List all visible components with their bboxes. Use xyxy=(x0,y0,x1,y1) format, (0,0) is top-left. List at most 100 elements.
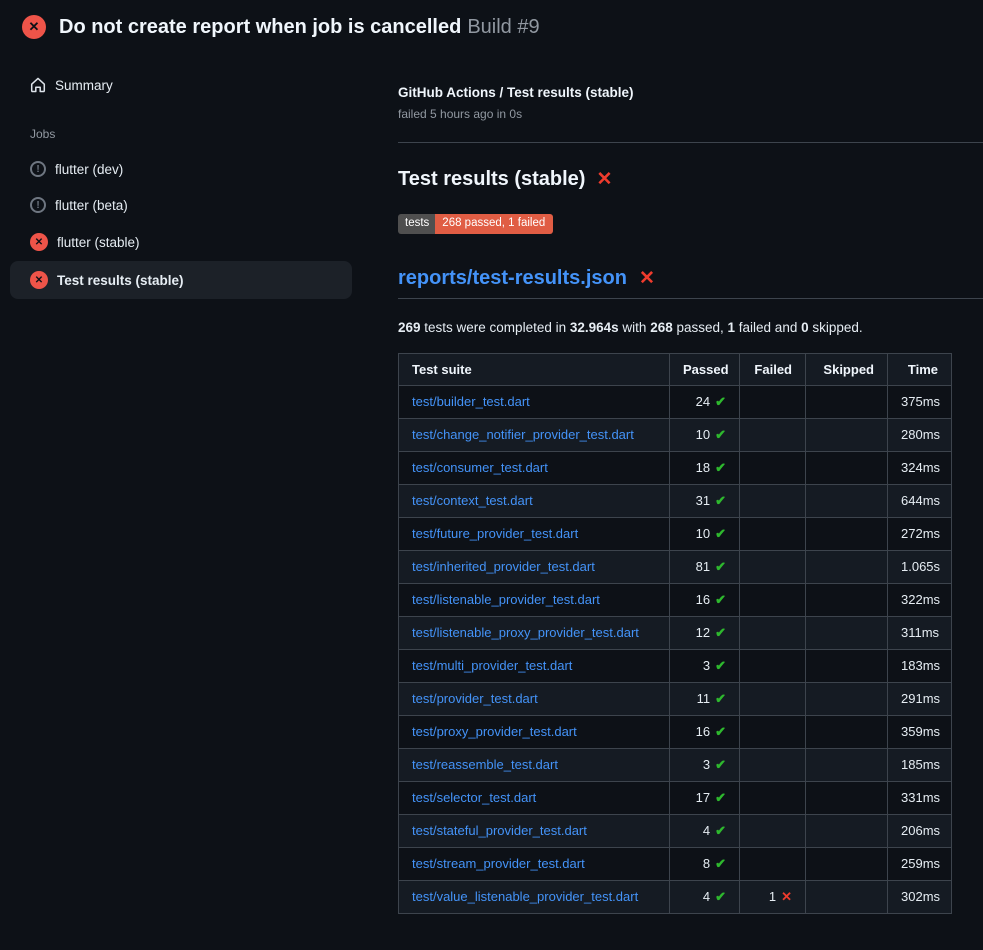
test-suite-link[interactable]: test/provider_test.dart xyxy=(412,691,538,706)
suite-cell: test/builder_test.dart xyxy=(399,385,670,418)
breadcrumb: GitHub Actions / Test results (stable) xyxy=(398,85,983,100)
failed-cell xyxy=(740,814,806,847)
failed-cell xyxy=(740,550,806,583)
suite-cell: test/proxy_provider_test.dart xyxy=(399,715,670,748)
sidebar-job-item[interactable]: ✕Test results (stable) xyxy=(10,261,352,299)
x-circle-fill-icon: ✕ xyxy=(30,271,48,289)
suite-cell: test/provider_test.dart xyxy=(399,682,670,715)
test-suite-link[interactable]: test/selector_test.dart xyxy=(412,790,536,805)
table-row: test/change_notifier_provider_test.dart1… xyxy=(399,418,952,451)
suite-cell: test/inherited_provider_test.dart xyxy=(399,550,670,583)
badge-value: 268 passed, 1 failed xyxy=(435,214,553,234)
skipped-cell xyxy=(806,550,888,583)
skipped-cell xyxy=(806,517,888,550)
page-title: Do not create report when job is cancell… xyxy=(59,16,540,39)
test-suite-link[interactable]: test/consumer_test.dart xyxy=(412,460,548,475)
table-row: test/proxy_provider_test.dart16✔359ms xyxy=(399,715,952,748)
failed-cell xyxy=(740,748,806,781)
time-cell: 206ms xyxy=(888,814,952,847)
table-body: test/builder_test.dart24✔375mstest/chang… xyxy=(399,385,952,913)
time-cell: 324ms xyxy=(888,451,952,484)
check-mark-icon: ✔ xyxy=(715,592,726,607)
suite-cell: test/consumer_test.dart xyxy=(399,451,670,484)
check-mark-icon: ✔ xyxy=(715,427,726,442)
time-cell: 1.065s xyxy=(888,550,952,583)
tests-status-badge: tests 268 passed, 1 failed xyxy=(398,214,553,234)
test-suite-link[interactable]: test/inherited_provider_test.dart xyxy=(412,559,595,574)
sidebar: Summary Jobs !flutter (dev)!flutter (bet… xyxy=(10,51,352,299)
time-cell: 291ms xyxy=(888,682,952,715)
suite-cell: test/stream_provider_test.dart xyxy=(399,847,670,880)
alert-circle-icon: ! xyxy=(30,161,46,177)
passed-cell: 16✔ xyxy=(670,583,740,616)
column-header: Passed xyxy=(670,353,740,385)
x-circle-fill-icon: ✕ xyxy=(22,15,46,39)
test-suite-link[interactable]: test/proxy_provider_test.dart xyxy=(412,724,577,739)
skipped-cell xyxy=(806,649,888,682)
table-row: test/builder_test.dart24✔375ms xyxy=(399,385,952,418)
test-suite-link[interactable]: test/stream_provider_test.dart xyxy=(412,856,585,871)
time-cell: 375ms xyxy=(888,385,952,418)
report-file-heading: reports/test-results.json ✕ xyxy=(398,267,983,299)
suite-cell: test/listenable_proxy_provider_test.dart xyxy=(399,616,670,649)
check-mark-icon: ✔ xyxy=(715,526,726,541)
time-cell: 272ms xyxy=(888,517,952,550)
test-suite-link[interactable]: test/change_notifier_provider_test.dart xyxy=(412,427,634,442)
sidebar-job-item[interactable]: !flutter (dev) xyxy=(10,151,352,187)
run-status-text: failed 5 hours ago in 0s xyxy=(398,107,983,121)
suite-cell: test/selector_test.dart xyxy=(399,781,670,814)
cross-mark-icon: ✕ xyxy=(781,889,792,904)
cross-mark-icon: ✕ xyxy=(639,269,655,288)
sidebar-item-summary[interactable]: Summary xyxy=(10,67,352,103)
suite-cell: test/multi_provider_test.dart xyxy=(399,649,670,682)
check-mark-icon: ✔ xyxy=(715,658,726,673)
run-title: Do not create report when job is cancell… xyxy=(59,16,461,38)
table-row: test/inherited_provider_test.dart 81✔ 1.06… xyxy=(399,550,952,583)
failed-cell xyxy=(740,715,806,748)
skipped-cell xyxy=(806,847,888,880)
build-number: Build #9 xyxy=(467,16,539,38)
test-suite-link[interactable]: test/stateful_provider_test.dart xyxy=(412,823,587,838)
suite-cell: test/context_test.dart xyxy=(399,484,670,517)
skipped-cell xyxy=(806,418,888,451)
passed-cell: 16✔ xyxy=(670,715,740,748)
test-suite-link[interactable]: test/future_provider_test.dart xyxy=(412,526,578,541)
page-header: ✕ Do not create report when job is cance… xyxy=(0,0,983,51)
failed-cell xyxy=(740,649,806,682)
failed-cell xyxy=(740,781,806,814)
skipped-cell xyxy=(806,814,888,847)
table-row: test/value_listenable_provider_test.dart… xyxy=(399,880,952,913)
skipped-cell xyxy=(806,781,888,814)
check-mark-icon: ✔ xyxy=(715,823,726,838)
suite-cell: test/future_provider_test.dart xyxy=(399,517,670,550)
failed-cell xyxy=(740,451,806,484)
passed-cell: 81✔ xyxy=(670,550,740,583)
sidebar-job-item[interactable]: !flutter (beta) xyxy=(10,187,352,223)
main-content: GitHub Actions / Test results (stable) f… xyxy=(398,51,983,914)
table-row: test/reassemble_test.dart3✔185ms xyxy=(399,748,952,781)
failed-cell xyxy=(740,583,806,616)
check-mark-icon: ✔ xyxy=(715,889,726,904)
check-mark-icon: ✔ xyxy=(715,559,726,574)
failed-cell xyxy=(740,682,806,715)
test-suite-link[interactable]: test/multi_provider_test.dart xyxy=(412,658,572,673)
table-header-row: Test suitePassedFailedSkippedTime xyxy=(399,353,952,385)
test-suite-link[interactable]: test/reassemble_test.dart xyxy=(412,757,558,772)
check-mark-icon: ✔ xyxy=(715,691,726,706)
test-suite-link[interactable]: test/listenable_provider_test.dart xyxy=(412,592,600,607)
sidebar-job-item[interactable]: ✕flutter (stable) xyxy=(10,223,352,261)
test-suite-link[interactable]: test/context_test.dart xyxy=(412,493,533,508)
report-file-link[interactable]: reports/test-results.json xyxy=(398,267,627,290)
table-row: test/future_provider_test.dart10✔272ms xyxy=(399,517,952,550)
test-suite-link[interactable]: test/listenable_proxy_provider_test.dart xyxy=(412,625,639,640)
test-suite-link[interactable]: test/value_listenable_provider_test.dart xyxy=(412,889,638,904)
check-mark-icon: ✔ xyxy=(715,625,726,640)
column-header: Skipped xyxy=(806,353,888,385)
passed-cell: 12✔ xyxy=(670,616,740,649)
skipped-cell xyxy=(806,583,888,616)
section-title: Test results (stable) ✕ xyxy=(398,168,983,191)
test-suite-link[interactable]: test/builder_test.dart xyxy=(412,394,530,409)
cross-mark-icon: ✕ xyxy=(596,170,612,189)
time-cell: 311ms xyxy=(888,616,952,649)
suite-cell: test/value_listenable_provider_test.dart xyxy=(399,880,670,913)
